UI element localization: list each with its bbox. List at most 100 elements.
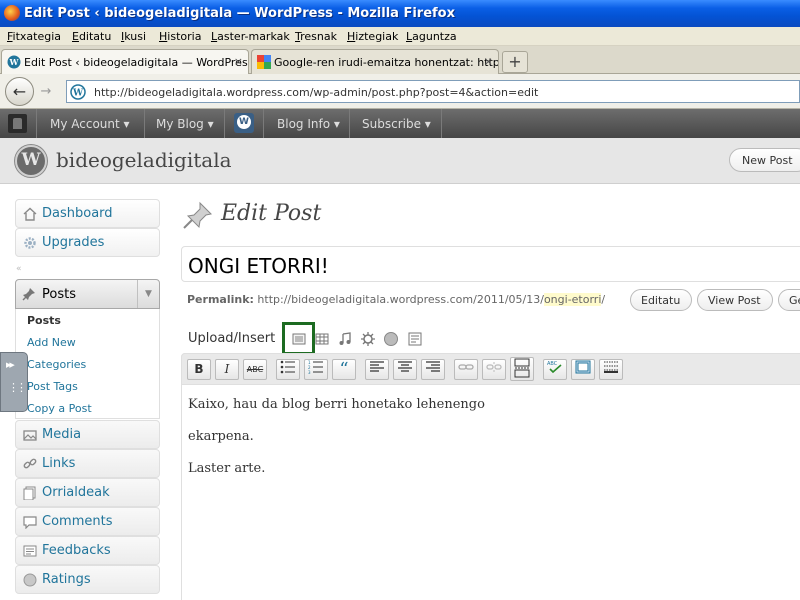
paragraph: Laster arte. <box>188 461 266 476</box>
permalink-slug[interactable]: ongi-etorri <box>543 293 602 306</box>
post-title-input[interactable]: ONGI ETORRI! <box>181 246 800 282</box>
wp-header: bideogeladigitala New Post <box>0 138 800 184</box>
my-blog-menu[interactable]: My Blog ▾ <box>156 117 214 131</box>
insert-link-button[interactable] <box>454 359 478 380</box>
submenu-add-new[interactable]: Add New <box>27 336 76 349</box>
align-center-button[interactable] <box>393 359 417 380</box>
submenu-post-tags[interactable]: Post Tags <box>27 380 78 393</box>
blockquote-button[interactable]: “ <box>332 359 356 380</box>
blog-avatar-icon[interactable] <box>234 113 254 133</box>
chevron-down-icon[interactable]: ▼ <box>137 280 159 308</box>
forward-button[interactable]: → <box>36 83 56 101</box>
close-icon[interactable]: × <box>234 55 243 68</box>
url-bar[interactable]: W http://bideogeladigitala.wordpress.com… <box>66 80 800 103</box>
add-media-icon[interactable] <box>360 331 376 347</box>
menu-file[interactable]: Fitxategia <box>7 30 61 43</box>
fullscreen-button[interactable] <box>571 359 595 380</box>
pushpin-icon <box>22 288 35 301</box>
back-button[interactable]: ← <box>5 77 34 106</box>
feedback-icon <box>23 545 37 557</box>
google-icon <box>257 55 271 69</box>
sidebar-item-feedbacks[interactable]: Feedbacks <box>15 536 160 565</box>
align-right-icon <box>426 361 440 372</box>
subscribe-menu[interactable]: Subscribe ▾ <box>362 117 431 131</box>
align-left-button[interactable] <box>365 359 389 380</box>
paragraph: ekarpena. <box>188 429 254 444</box>
page-title: Edit Post <box>221 201 322 226</box>
pushpin-icon <box>183 201 213 229</box>
sidebar-item-pages[interactable]: Orrialdeak <box>15 478 160 507</box>
sidebar-item-comments[interactable]: Comments <box>15 507 160 536</box>
toolbar-toggle-icon <box>604 361 618 373</box>
submenu-categories[interactable]: Categories <box>27 358 86 371</box>
avatar[interactable] <box>8 114 27 133</box>
tab-edit-post[interactable]: W Edit Post ‹ bideogeladigitala — WordPr… <box>1 49 249 75</box>
tab-google-images[interactable]: Google-ren irudi-emaitza honentzat: http… <box>251 49 499 74</box>
menu-tools[interactable]: Tresnak <box>295 30 337 43</box>
firefox-icon <box>4 5 20 21</box>
sidebar-item-label: Orrialdeak <box>42 485 110 500</box>
italic-button[interactable]: I <box>215 359 239 380</box>
numbered-list-button[interactable]: 123 <box>304 359 328 380</box>
divider <box>224 109 225 138</box>
tab-label: Edit Post ‹ bideogeladigitala — WordPres… <box>24 56 249 69</box>
site-name[interactable]: bideogeladigitala <box>56 148 232 172</box>
sidebar-item-links[interactable]: Links <box>15 449 160 478</box>
tab-bar: W Edit Post ‹ bideogeladigitala — WordPr… <box>0 46 800 75</box>
divider <box>144 109 145 138</box>
sidebar-item-label: Links <box>42 456 76 471</box>
menu-help[interactable]: Laguntza <box>406 30 457 43</box>
submenu-copy-post[interactable]: Copy a Post <box>27 402 92 415</box>
sidebar-item-upgrades[interactable]: Upgrades <box>15 228 160 257</box>
kitchen-sink-button[interactable] <box>599 359 623 380</box>
bold-button[interactable]: B <box>187 359 211 380</box>
unlink-button[interactable] <box>482 359 506 380</box>
add-poll-icon[interactable] <box>383 331 399 347</box>
highlight-box <box>282 322 315 355</box>
wp-admin-bar: My Account ▾ My Blog ▾ Blog Info ▾ Subsc… <box>0 109 800 138</box>
my-account-menu[interactable]: My Account ▾ <box>50 117 130 131</box>
bullet-list-button[interactable] <box>276 359 300 380</box>
menu-dictionaries[interactable]: Hiztegiak <box>347 30 398 43</box>
insert-more-button[interactable] <box>510 357 534 381</box>
sidebar-handle[interactable] <box>0 352 28 412</box>
window-titlebar: Edit Post ‹ bideogeladigitala — WordPres… <box>0 0 800 27</box>
strikethrough-button[interactable]: ABC <box>243 359 267 380</box>
new-tab-button[interactable]: + <box>502 51 528 73</box>
menu-bookmarks[interactable]: Laster-markak <box>211 30 290 43</box>
new-post-button[interactable]: New Post <box>729 148 800 172</box>
pages-icon <box>23 486 36 500</box>
numbered-list-icon: 123 <box>308 360 323 375</box>
add-audio-icon[interactable] <box>337 331 353 347</box>
menubar: Fitxategia Editatu Ikusi Historia Laster… <box>0 27 800 46</box>
blog-info-menu[interactable]: Blog Info ▾ <box>277 117 340 131</box>
tab-label: Google-ren irudi-emaitza honentzat: http… <box>274 56 499 69</box>
collapse-menu-icon[interactable]: « <box>16 264 22 274</box>
sidebar-item-posts[interactable]: Posts ▼ <box>15 279 160 309</box>
view-post-button[interactable]: View Post <box>697 289 773 311</box>
get-shortlink-button[interactable]: Get Shortlink <box>778 289 800 311</box>
menu-view[interactable]: Ikusi <box>121 30 146 43</box>
wordpress-icon: W <box>70 84 86 100</box>
link-icon <box>458 364 474 370</box>
sidebar-item-dashboard[interactable]: Dashboard <box>15 199 160 228</box>
sidebar-item-ratings[interactable]: Ratings <box>15 565 160 594</box>
sidebar-item-label: Comments <box>42 514 113 529</box>
more-tag-icon <box>514 358 530 378</box>
post-editor[interactable] <box>181 353 800 600</box>
add-video-icon[interactable] <box>314 331 330 347</box>
ratings-icon <box>23 573 37 587</box>
edit-permalink-button[interactable]: Editatu <box>630 289 692 311</box>
menu-edit[interactable]: Editatu <box>72 30 111 43</box>
submenu-posts[interactable]: Posts <box>27 314 61 327</box>
close-icon[interactable]: × <box>484 55 493 68</box>
window-title: Edit Post ‹ bideogeladigitala — WordPres… <box>24 6 455 21</box>
align-right-button[interactable] <box>421 359 445 380</box>
sidebar-item-media[interactable]: Media <box>15 420 160 449</box>
spellcheck-button[interactable]: ABC <box>543 359 567 380</box>
divider <box>349 109 350 138</box>
menu-history[interactable]: Historia <box>159 30 201 43</box>
house-icon <box>23 207 37 221</box>
gear-icon <box>24 237 36 249</box>
add-form-icon[interactable] <box>407 331 423 347</box>
